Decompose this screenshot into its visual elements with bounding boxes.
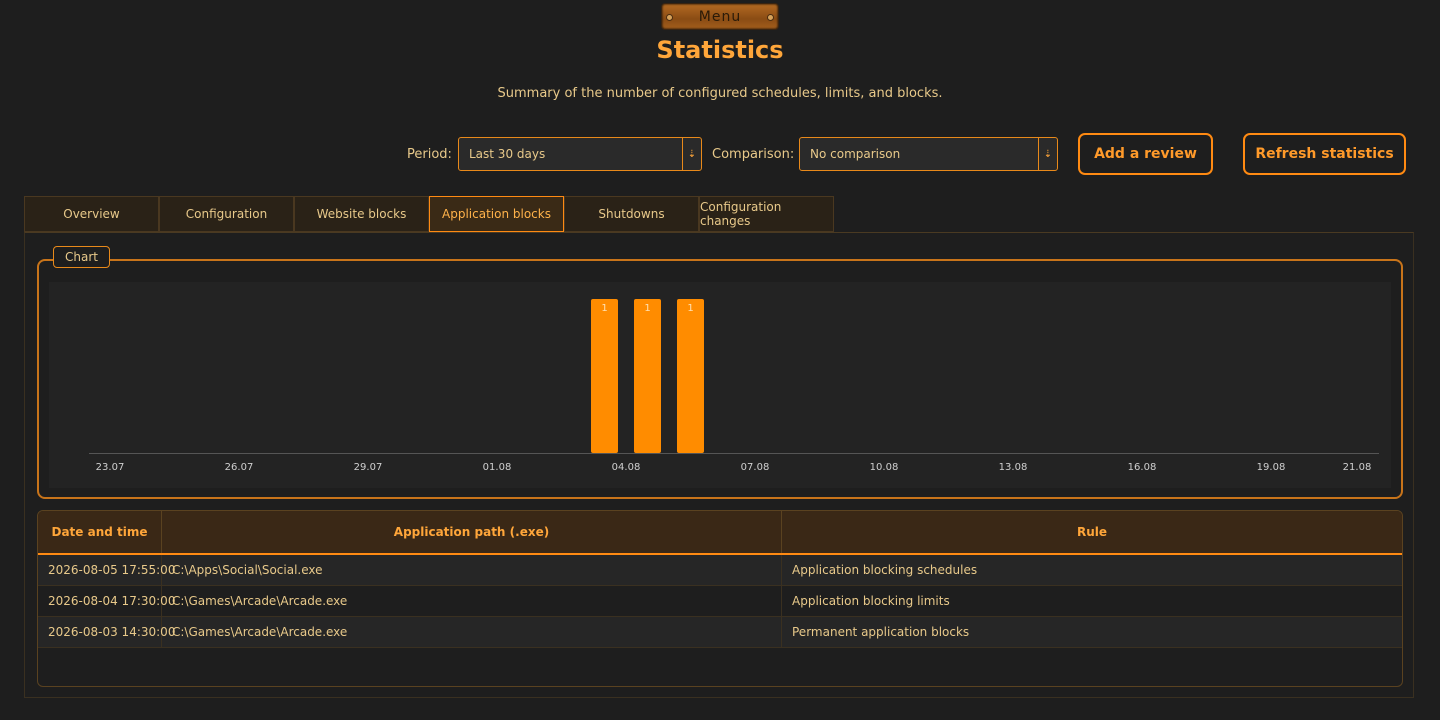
- tab-bar: Overview Configuration Website blocks Ap…: [24, 196, 834, 232]
- refresh-statistics-button[interactable]: Refresh statistics: [1243, 133, 1406, 175]
- dropdown-arrow-icon[interactable]: ⇣: [682, 138, 701, 170]
- bar-value-label: 1: [601, 303, 607, 314]
- bar-value-label: 1: [687, 303, 693, 314]
- tab-website-blocks[interactable]: Website blocks: [294, 196, 429, 232]
- tab-configuration[interactable]: Configuration: [159, 196, 294, 232]
- x-tick-label: 29.07: [354, 462, 383, 473]
- x-tick-label: 07.08: [741, 462, 770, 473]
- cell-rule: Application blocking schedules: [792, 563, 978, 577]
- tab-shutdowns[interactable]: Shutdowns: [564, 196, 699, 232]
- table-body: 2026-08-05 17:55:00 C:\Apps\Social\Socia…: [38, 555, 1402, 648]
- column-header-path[interactable]: Application path (.exe): [162, 511, 782, 553]
- x-tick-label: 16.08: [1128, 462, 1157, 473]
- x-tick-label: 10.08: [870, 462, 899, 473]
- rivet-icon: [666, 14, 673, 21]
- cell-path: C:\Games\Arcade\Arcade.exe: [162, 617, 782, 647]
- tab-configuration-changes[interactable]: Configuration changes: [699, 196, 834, 232]
- cell-rule: Permanent application blocks: [792, 625, 970, 639]
- menu-button-label: Menu: [698, 8, 742, 25]
- x-tick-label: 01.08: [483, 462, 512, 473]
- cell-date: 2026-08-04 17:30:00: [38, 586, 175, 616]
- cell-path: C:\Games\Arcade\Arcade.exe: [162, 586, 782, 616]
- column-header-date[interactable]: Date and time: [38, 511, 162, 553]
- x-tick-label: 23.07: [96, 462, 125, 473]
- menu-button[interactable]: Menu: [661, 3, 779, 30]
- x-tick-label: 21.08: [1343, 462, 1372, 473]
- table-header: Date and time Application path (.exe) Ru…: [38, 511, 1402, 555]
- table-row[interactable]: 2026-08-05 17:55:00 C:\Apps\Social\Socia…: [38, 555, 1402, 586]
- dropdown-arrow-icon[interactable]: ⇣: [1038, 138, 1057, 170]
- bar-chart: 23.07 26.07 29.07 01.08 04.08 07.08 10.08 13.08…: [89, 299, 1379, 473]
- bar-value-label: 1: [644, 303, 650, 314]
- page-subtitle: Summary of the number of configured sche…: [497, 86, 943, 101]
- table-row[interactable]: 2026-08-03 14:30:00 C:\Games\Arcade\Arca…: [38, 617, 1402, 648]
- comparison-select-value: No comparison: [810, 147, 901, 161]
- x-tick-label: 13.08: [999, 462, 1028, 473]
- add-review-button[interactable]: Add a review: [1078, 133, 1213, 175]
- page-title: Statistics: [656, 36, 784, 64]
- bar[interactable]: [677, 299, 704, 453]
- rivet-icon: [767, 14, 774, 21]
- comparison-label: Comparison:: [712, 147, 795, 162]
- chart-area: 23.07 26.07 29.07 01.08 04.08 07.08 10.08 13.08…: [49, 282, 1391, 488]
- period-select[interactable]: Last 30 days ⇣: [458, 137, 702, 171]
- period-label: Period:: [407, 147, 452, 162]
- x-tick-label: 04.08: [612, 462, 641, 473]
- cell-date: 2026-08-05 17:55:00: [38, 555, 175, 585]
- column-header-rule[interactable]: Rule: [782, 511, 1402, 553]
- x-tick-label: 19.08: [1257, 462, 1286, 473]
- bar[interactable]: [591, 299, 618, 453]
- table-row[interactable]: 2026-08-04 17:30:00 C:\Games\Arcade\Arca…: [38, 586, 1402, 617]
- cell-path: C:\Apps\Social\Social.exe: [162, 555, 782, 585]
- tab-application-blocks[interactable]: Application blocks: [429, 196, 564, 232]
- comparison-select[interactable]: No comparison ⇣: [799, 137, 1058, 171]
- cell-date: 2026-08-03 14:30:00: [38, 617, 175, 647]
- x-tick-label: 26.07: [225, 462, 254, 473]
- bar[interactable]: [634, 299, 661, 453]
- chart-group-label: Chart: [53, 246, 110, 268]
- cell-rule: Application blocking limits: [792, 594, 950, 608]
- period-select-value: Last 30 days: [469, 147, 546, 161]
- tab-overview[interactable]: Overview: [24, 196, 159, 232]
- application-blocks-table: Date and time Application path (.exe) Ru…: [37, 510, 1403, 687]
